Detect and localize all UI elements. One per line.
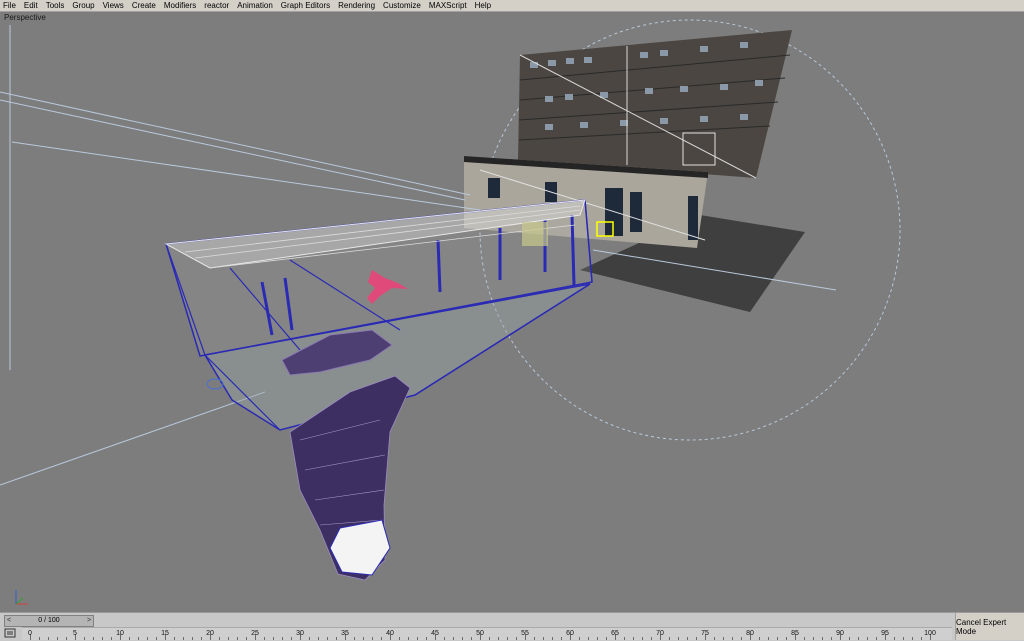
axis-tripod-icon: [15, 590, 28, 605]
timeline-tick-label: 20: [206, 630, 214, 637]
menu-rendering[interactable]: Rendering: [334, 0, 379, 11]
timeline-tick-label: 0: [28, 630, 32, 637]
timeline-tick-label: 90: [836, 630, 844, 637]
menu-customize[interactable]: Customize: [379, 0, 425, 11]
timeline-tick-label: 25: [251, 630, 259, 637]
track-view-icon[interactable]: [4, 628, 16, 638]
perspective-viewport[interactable]: Perspective: [0, 12, 1024, 612]
menu-file[interactable]: File: [0, 0, 20, 11]
scene-render: [0, 19, 901, 581]
viewport-label[interactable]: Perspective: [4, 13, 46, 22]
timeline-tick-label: 50: [476, 630, 484, 637]
menu-graph-editors[interactable]: Graph Editors: [277, 0, 334, 11]
cancel-expert-mode-button[interactable]: Cancel Expert Mode: [955, 613, 1024, 640]
timeline-tick-label: 15: [161, 630, 169, 637]
timeline-tick-label: 75: [701, 630, 709, 637]
timeline-bar: < 0 / 100 > 0 5 10 15 20 25 30 35 40 45 50 55 60 65 70…: [0, 612, 1024, 641]
menu-group[interactable]: Group: [68, 0, 98, 11]
menu-help[interactable]: Help: [471, 0, 495, 11]
menu-animation[interactable]: Animation: [233, 0, 277, 11]
timeline-tick-label: 45: [431, 630, 439, 637]
timeline-tick-label: 60: [566, 630, 574, 637]
timeline-tick-label: 100: [924, 630, 936, 637]
timeline-tick-label: 65: [611, 630, 619, 637]
timeline-tick-label: 40: [386, 630, 394, 637]
menu-tools[interactable]: Tools: [42, 0, 69, 11]
timeline-tick-label: 70: [656, 630, 664, 637]
menu-views[interactable]: Views: [99, 0, 128, 11]
menu-bar: File Edit Tools Group Views Create Modifiers re…: [0, 0, 1024, 12]
timeline-tick-label: 95: [881, 630, 889, 637]
timeline-tick-label: 30: [296, 630, 304, 637]
menu-edit[interactable]: Edit: [20, 0, 42, 11]
menu-modifiers[interactable]: Modifiers: [160, 0, 200, 11]
timeline-tick-label: 35: [341, 630, 349, 637]
timeline-tick-label: 80: [746, 630, 754, 637]
slider-next-button[interactable]: >: [85, 616, 93, 626]
menu-reactor[interactable]: reactor: [200, 0, 233, 11]
time-slider[interactable]: < 0 / 100 >: [4, 615, 94, 627]
frame-counter: 0 / 100: [38, 617, 60, 624]
slider-prev-button[interactable]: <: [5, 616, 13, 626]
timeline-tick-label: 10: [116, 630, 124, 637]
menu-create[interactable]: Create: [128, 0, 160, 11]
timeline-tick-label: 55: [521, 630, 529, 637]
menu-maxscript[interactable]: MAXScript: [425, 0, 471, 11]
timeline-track[interactable]: 0 5 10 15 20 25 30 35 40 45 50 55 60 65 70 75 80 85 90 95 10…: [22, 627, 952, 640]
timeline-tick-label: 5: [73, 630, 77, 637]
timeline-tick-label: 85: [791, 630, 799, 637]
